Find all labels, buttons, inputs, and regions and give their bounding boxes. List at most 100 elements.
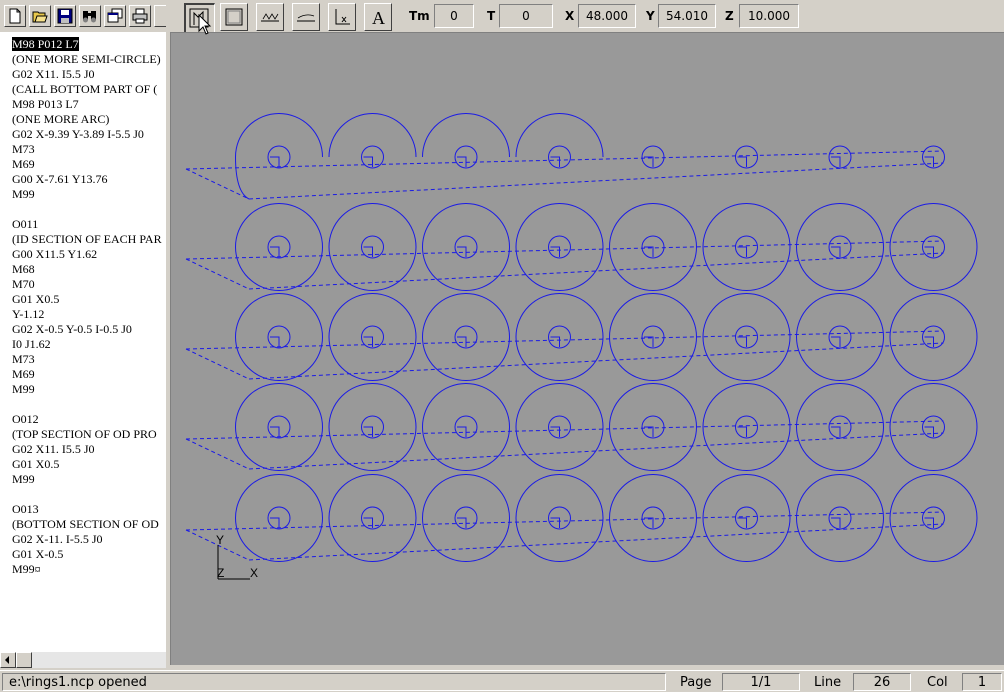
- code-line[interactable]: M99¤: [12, 562, 162, 577]
- mouse-cursor-icon: [198, 14, 212, 35]
- xz-plot-icon[interactable]: [292, 3, 320, 31]
- code-line-text: M99: [12, 382, 35, 396]
- code-line-text: G02 X11. I5.5 J0: [12, 67, 95, 81]
- code-line-text: M69: [12, 157, 35, 171]
- code-line[interactable]: M98 P012 L7: [12, 37, 162, 52]
- code-line[interactable]: G02 X-0.5 Y-0.5 I-0.5 J0: [12, 322, 162, 337]
- semi-circle-arc: [422, 113, 510, 158]
- code-line[interactable]: O013: [12, 502, 162, 517]
- code-line-text: M69: [12, 367, 35, 381]
- horizontal-scrollbar[interactable]: [0, 652, 166, 668]
- col-label: Col: [927, 675, 948, 690]
- code-line[interactable]: M99: [12, 472, 162, 487]
- nc-code-editor[interactable]: M98 P012 L7 (ONE MORE SEMI-CIRCLE) G02 X11…: [0, 32, 166, 652]
- rapid-move: [248, 162, 944, 200]
- col-value: 1: [962, 673, 1002, 691]
- code-line-text: M70: [12, 277, 35, 291]
- code-line-text: M68: [12, 262, 35, 276]
- code-line[interactable]: M69: [12, 157, 162, 172]
- code-line-text: (ONE MORE ARC): [12, 112, 110, 126]
- code-line[interactable]: M73: [12, 142, 162, 157]
- code-line-text: O012: [12, 412, 39, 426]
- semi-circle-arc: [515, 113, 604, 158]
- code-line-text: M99: [12, 187, 35, 201]
- save-icon[interactable]: [54, 5, 76, 27]
- status-bar: e:\rings1.ncp opened Page 1/1 Line 26 Co…: [0, 670, 1004, 692]
- code-line[interactable]: (TOP SECTION OF OD PRO: [12, 427, 162, 442]
- code-line[interactable]: M68: [12, 262, 162, 277]
- find-icon[interactable]: [79, 5, 101, 27]
- code-line[interactable]: M69: [12, 367, 162, 382]
- stock-view-icon[interactable]: [220, 3, 248, 31]
- code-line[interactable]: Y-1.12: [12, 307, 162, 322]
- new-file-icon[interactable]: [4, 5, 26, 27]
- code-line[interactable]: (BOTTOM SECTION OF OD: [12, 517, 162, 532]
- code-line[interactable]: (ID SECTION OF EACH PAR: [12, 232, 162, 247]
- code-line[interactable]: [12, 397, 162, 412]
- line-value: 26: [853, 673, 911, 691]
- code-line-text: I0 J1.62: [12, 337, 51, 351]
- print-icon[interactable]: [129, 5, 151, 27]
- code-line[interactable]: M98 P013 L7: [12, 97, 162, 112]
- scroll-left-arrow-icon[interactable]: [0, 652, 16, 668]
- code-line-text: (TOP SECTION OF OD PRO: [12, 427, 157, 441]
- code-line[interactable]: O012: [12, 412, 162, 427]
- code-line[interactable]: [12, 487, 162, 502]
- axes-view-icon[interactable]: [328, 3, 356, 31]
- code-line[interactable]: G02 X11. I5.5 J0: [12, 442, 162, 457]
- scroll-thumb[interactable]: [16, 652, 32, 668]
- code-line[interactable]: M99: [12, 382, 162, 397]
- code-line[interactable]: G02 X11. I5.5 J0: [12, 67, 162, 82]
- code-line[interactable]: M70: [12, 277, 162, 292]
- code-line-text: Y-1.12: [12, 307, 45, 321]
- t-label: T: [487, 9, 496, 23]
- page-value: 1/1: [722, 673, 800, 691]
- code-line[interactable]: G00 X11.5 Y1.62: [12, 247, 162, 262]
- code-line[interactable]: G01 X-0.5: [12, 547, 162, 562]
- t-value: 0: [499, 4, 553, 28]
- code-line[interactable]: (ONE MORE ARC): [12, 112, 162, 127]
- code-line[interactable]: G02 X-11. I-5.5 J0: [12, 532, 162, 547]
- rapid-move: [185, 258, 250, 290]
- code-line[interactable]: [12, 202, 162, 217]
- rapid-move: [185, 168, 250, 200]
- text-view-icon[interactable]: A: [364, 3, 392, 31]
- code-line[interactable]: G00 X-7.61 Y13.76: [12, 172, 162, 187]
- y-axis-label: Y: [216, 533, 224, 547]
- file-toolbar: [0, 0, 168, 31]
- code-line-text: (ONE MORE SEMI-CIRCLE): [12, 52, 161, 66]
- line-label: Line: [814, 675, 842, 690]
- code-line-text: M98 P013 L7: [12, 97, 79, 111]
- code-line-text: M99: [12, 472, 35, 486]
- code-line-text: M98 P012 L7: [12, 37, 79, 51]
- code-line[interactable]: M99: [12, 187, 162, 202]
- code-line[interactable]: G01 X0.5: [12, 457, 162, 472]
- code-line-text: G01 X0.5: [12, 292, 60, 306]
- code-line-text: (BOTTOM SECTION OF OD: [12, 517, 159, 531]
- code-line[interactable]: (ONE MORE SEMI-CIRCLE): [12, 52, 162, 67]
- status-message: e:\rings1.ncp opened: [2, 673, 666, 691]
- code-line[interactable]: (CALL BOTTOM PART OF (: [12, 82, 162, 97]
- x-axis-label: X: [250, 566, 258, 580]
- xy-plot-icon[interactable]: [256, 3, 284, 31]
- open-folder-icon[interactable]: [29, 5, 51, 27]
- code-line-text: O011: [12, 217, 39, 231]
- y-label: Y: [646, 9, 655, 23]
- lead-arc: [235, 156, 250, 200]
- code-lines: M98 P012 L7 (ONE MORE SEMI-CIRCLE) G02 X11…: [12, 37, 162, 577]
- toolpath-viewport[interactable]: Y X Z: [170, 32, 1004, 665]
- svg-text:A: A: [372, 8, 385, 27]
- code-line[interactable]: M73: [12, 352, 162, 367]
- toolpath-plot: Y X Z: [185, 113, 978, 580]
- x-value: 48.000: [578, 4, 636, 28]
- code-line[interactable]: G02 X-9.39 Y-3.89 I-5.5 J0: [12, 127, 162, 142]
- code-line[interactable]: I0 J1.62: [12, 337, 162, 352]
- code-line[interactable]: G01 X0.5: [12, 292, 162, 307]
- tm-value: 0: [434, 4, 474, 28]
- copy-window-icon[interactable]: [104, 5, 126, 27]
- code-line-text: G01 X-0.5: [12, 547, 64, 561]
- z-value: 10.000: [739, 4, 799, 28]
- page-label: Page: [680, 675, 712, 690]
- y-value: 54.010: [658, 4, 716, 28]
- code-line[interactable]: O011: [12, 217, 162, 232]
